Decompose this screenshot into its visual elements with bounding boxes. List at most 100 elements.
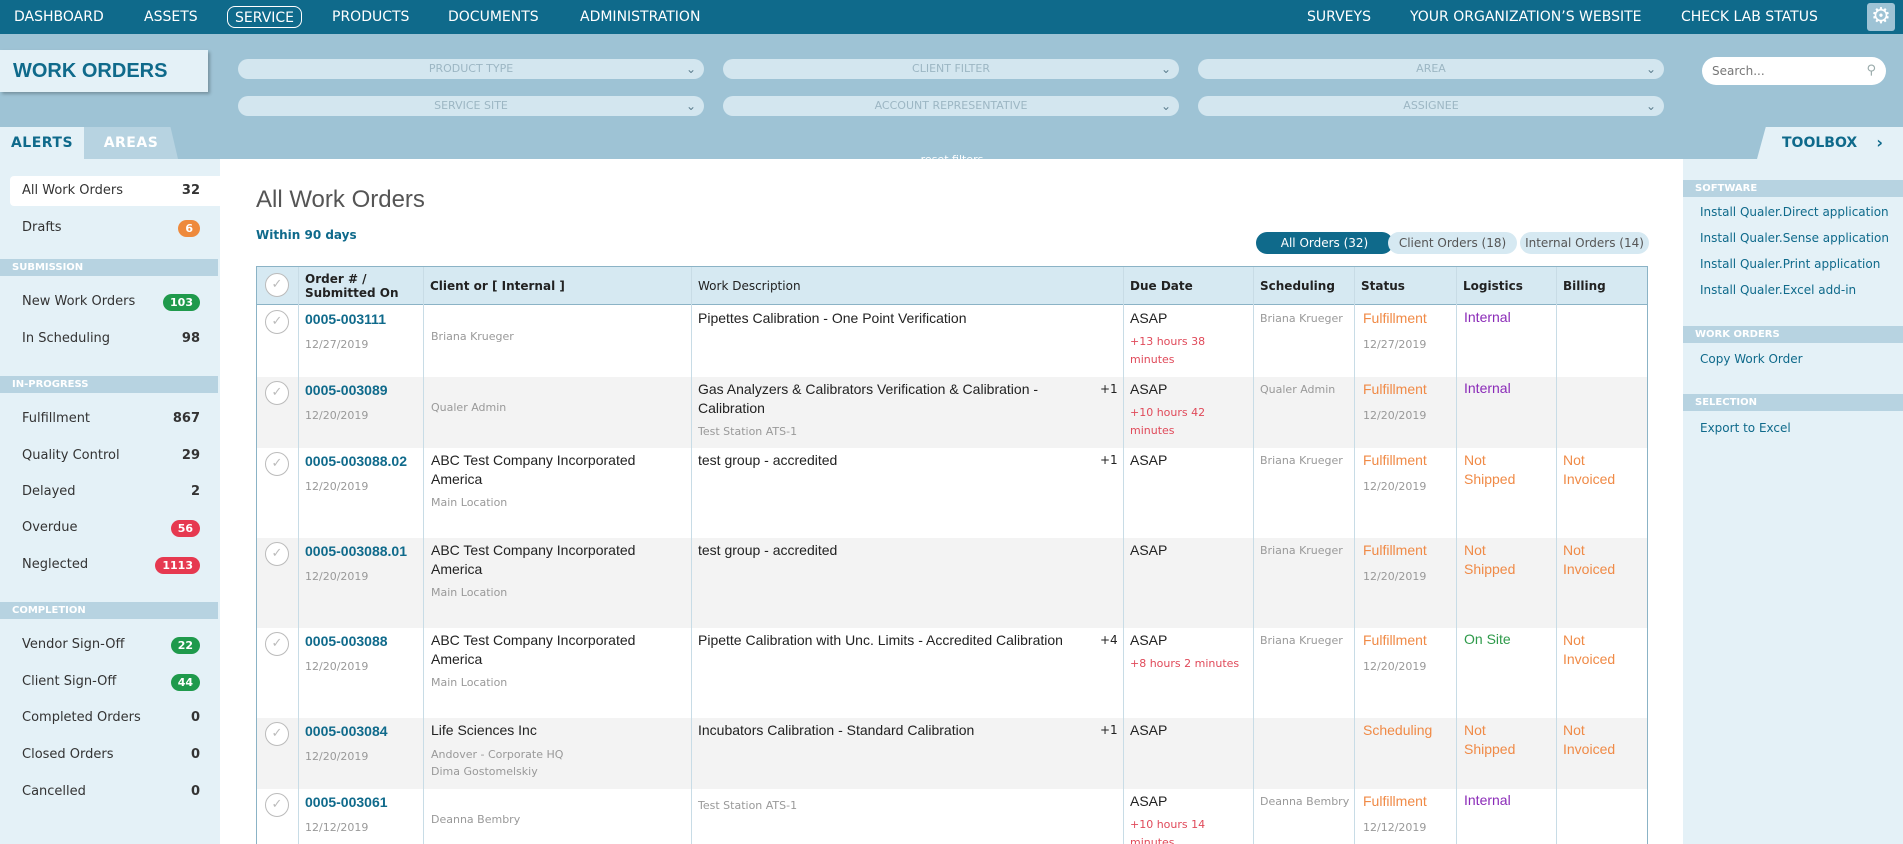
sidebar-item-vendor-sign-off[interactable]: Vendor Sign-Off 22 [10, 630, 210, 660]
order-number-link[interactable]: 0005-003088.01 [305, 543, 407, 559]
col-logistics[interactable]: Logistics [1456, 267, 1556, 305]
filter-client[interactable]: CLIENT FILTER ⌄ [723, 59, 1179, 79]
export-excel-link[interactable]: Export to Excel [1700, 421, 1791, 435]
more-items-count[interactable]: +1 [1100, 723, 1118, 737]
table-row[interactable]: ✓ 0005-003089 12/20/2019 Qualer Admin Ga… [257, 377, 1647, 448]
order-number-link[interactable]: 0005-003061 [305, 794, 388, 810]
sidebar-item-quality-control[interactable]: Quality Control 29 [10, 441, 210, 471]
nav-service[interactable]: SERVICE [227, 6, 303, 28]
scheduled-by: Briana Krueger [1260, 312, 1343, 325]
nav-products[interactable]: PRODUCTS [325, 6, 416, 28]
copy-work-order-link[interactable]: Copy Work Order [1700, 352, 1803, 366]
order-number-link[interactable]: 0005-003088.02 [305, 453, 407, 469]
sidebar-item-overdue[interactable]: Overdue 56 [10, 513, 210, 543]
more-items-count[interactable]: +1 [1100, 453, 1118, 467]
col-billing[interactable]: Billing [1556, 267, 1647, 305]
col-scheduling[interactable]: Scheduling [1253, 267, 1354, 305]
count: 32 [181, 183, 200, 198]
nav-assets[interactable]: ASSETS [137, 6, 205, 28]
submitted-date: 12/27/2019 [305, 338, 369, 351]
install-direct-link[interactable]: Install Qualer.Direct application [1700, 205, 1889, 219]
filter-account-rep[interactable]: ACCOUNT REPRESENTATIVE ⌄ [723, 96, 1179, 116]
sidebar-item-drafts[interactable]: Drafts 6 [10, 213, 210, 243]
sidebar-item-delayed[interactable]: Delayed 2 [10, 477, 210, 507]
tab-alerts[interactable]: ALERTS [0, 127, 84, 159]
order-number-link[interactable]: 0005-003084 [305, 723, 388, 739]
sidebar-item-cancelled[interactable]: Cancelled 0 [10, 777, 210, 807]
sidebar-item-in-scheduling[interactable]: In Scheduling 98 [10, 324, 210, 354]
tab-areas[interactable]: AREAS [84, 127, 178, 159]
sidebar-item-label: All Work Orders [22, 183, 124, 198]
order-number-link[interactable]: 0005-003088 [305, 633, 388, 649]
nav-check-lab-status[interactable]: CHECK LAB STATUS [1674, 6, 1825, 28]
submitted-date: 12/20/2019 [305, 409, 369, 422]
table-row[interactable]: ✓ 0005-003088.02 12/20/2019 ABC Test Com… [257, 448, 1647, 538]
table-header: ✓ Order # / Submitted On Client or [ Int… [257, 267, 1647, 305]
tab-client-orders[interactable]: Client Orders (18) [1388, 232, 1517, 254]
sidebar-item-completed-orders[interactable]: Completed Orders 0 [10, 703, 210, 733]
client-contact: Dima Gostomelskiy [431, 765, 538, 778]
sidebar-item-label: Cancelled [22, 784, 86, 799]
more-items-count[interactable]: +4 [1100, 633, 1118, 647]
row-checkbox[interactable]: ✓ [265, 381, 289, 405]
client-location: Main Location [431, 586, 508, 599]
sidebar-item-label: Drafts [22, 220, 62, 235]
col-client[interactable]: Client or [ Internal ] [423, 267, 691, 305]
select-all-checkbox[interactable]: ✓ [265, 273, 289, 297]
column-divider [1253, 267, 1254, 844]
tab-toolbox[interactable]: TOOLBOX › [1757, 127, 1903, 159]
table-row[interactable]: ✓ 0005-003111 12/27/2019 Briana Krueger … [257, 306, 1647, 377]
due-date: ASAP [1130, 542, 1168, 558]
nav-administration[interactable]: ADMINISTRATION [573, 6, 707, 28]
filter-product-type[interactable]: PRODUCT TYPE ⌄ [238, 59, 704, 79]
row-checkbox[interactable]: ✓ [265, 452, 289, 476]
due-remaining: +8 hours 2 minutes [1130, 657, 1240, 670]
more-items-count[interactable]: +1 [1100, 382, 1118, 396]
sidebar-item-closed-orders[interactable]: Closed Orders 0 [10, 740, 210, 770]
order-number-link[interactable]: 0005-003111 [305, 311, 386, 327]
sidebar-item-new-work-orders[interactable]: New Work Orders 103 [10, 287, 210, 317]
chevron-right-icon: › [1876, 133, 1883, 152]
sidebar-item-label: Neglected [22, 557, 89, 572]
order-number-link[interactable]: 0005-003089 [305, 382, 388, 398]
nav-dashboard[interactable]: DASHBOARD [7, 6, 111, 28]
filter-assignee[interactable]: ASSIGNEE ⌄ [1198, 96, 1664, 116]
install-excel-link[interactable]: Install Qualer.Excel add-in [1700, 283, 1856, 297]
status-label: Fulfillment [1363, 632, 1427, 648]
table-row[interactable]: ✓ 0005-003088 12/20/2019 ABC Test Compan… [257, 628, 1647, 718]
table-row[interactable]: ✓ 0005-003088.01 12/20/2019 ABC Test Com… [257, 538, 1647, 628]
sidebar-item-fulfillment[interactable]: Fulfillment 867 [10, 404, 210, 434]
col-order[interactable]: Order # / Submitted On [298, 267, 423, 305]
col-work-description[interactable]: Work Description [691, 267, 1123, 305]
col-status[interactable]: Status [1354, 267, 1456, 305]
nav-surveys[interactable]: SURVEYS [1300, 6, 1378, 28]
table-row[interactable]: ✓ 0005-003084 12/20/2019 Life Sciences I… [257, 718, 1647, 789]
table-row[interactable]: ✓ 0005-003061 12/12/2019 Deanna Bembry T… [257, 789, 1647, 844]
col-due-date[interactable]: Due Date [1123, 267, 1253, 305]
install-print-link[interactable]: Install Qualer.Print application [1700, 257, 1880, 271]
billing-label: Not Invoiced [1563, 452, 1616, 487]
row-checkbox[interactable]: ✓ [265, 632, 289, 656]
count-badge: 1113 [155, 557, 200, 574]
tab-internal-orders[interactable]: Internal Orders (14) [1520, 232, 1649, 254]
search-input[interactable]: Search... ⚲ [1702, 57, 1886, 85]
nav-documents[interactable]: DOCUMENTS [441, 6, 546, 28]
row-checkbox[interactable]: ✓ [265, 793, 289, 817]
row-checkbox[interactable]: ✓ [265, 542, 289, 566]
gear-icon[interactable]: ⚙ [1867, 3, 1895, 31]
sidebar-item-neglected[interactable]: Neglected 1113 [10, 550, 210, 580]
nav-org-website[interactable]: YOUR ORGANIZATION’S WEBSITE [1403, 6, 1649, 28]
work-description: Incubators Calibration - Standard Calibr… [698, 722, 975, 738]
client-location: Main Location [431, 676, 508, 689]
date-range-label[interactable]: Within 90 days [256, 228, 357, 242]
row-checkbox[interactable]: ✓ [265, 722, 289, 746]
row-checkbox[interactable]: ✓ [265, 310, 289, 334]
status-label: Fulfillment [1363, 310, 1427, 326]
sidebar-item-all-work-orders[interactable]: All Work Orders 32 [10, 176, 220, 206]
tab-all-orders[interactable]: All Orders (32) [1256, 232, 1393, 254]
filter-area[interactable]: AREA ⌄ [1198, 59, 1664, 79]
sidebar-item-client-sign-off[interactable]: Client Sign-Off 44 [10, 667, 210, 697]
search-icon[interactable]: ⚲ [1866, 57, 1876, 85]
install-sense-link[interactable]: Install Qualer.Sense application [1700, 231, 1889, 245]
filter-service-site[interactable]: SERVICE SITE ⌄ [238, 96, 704, 116]
